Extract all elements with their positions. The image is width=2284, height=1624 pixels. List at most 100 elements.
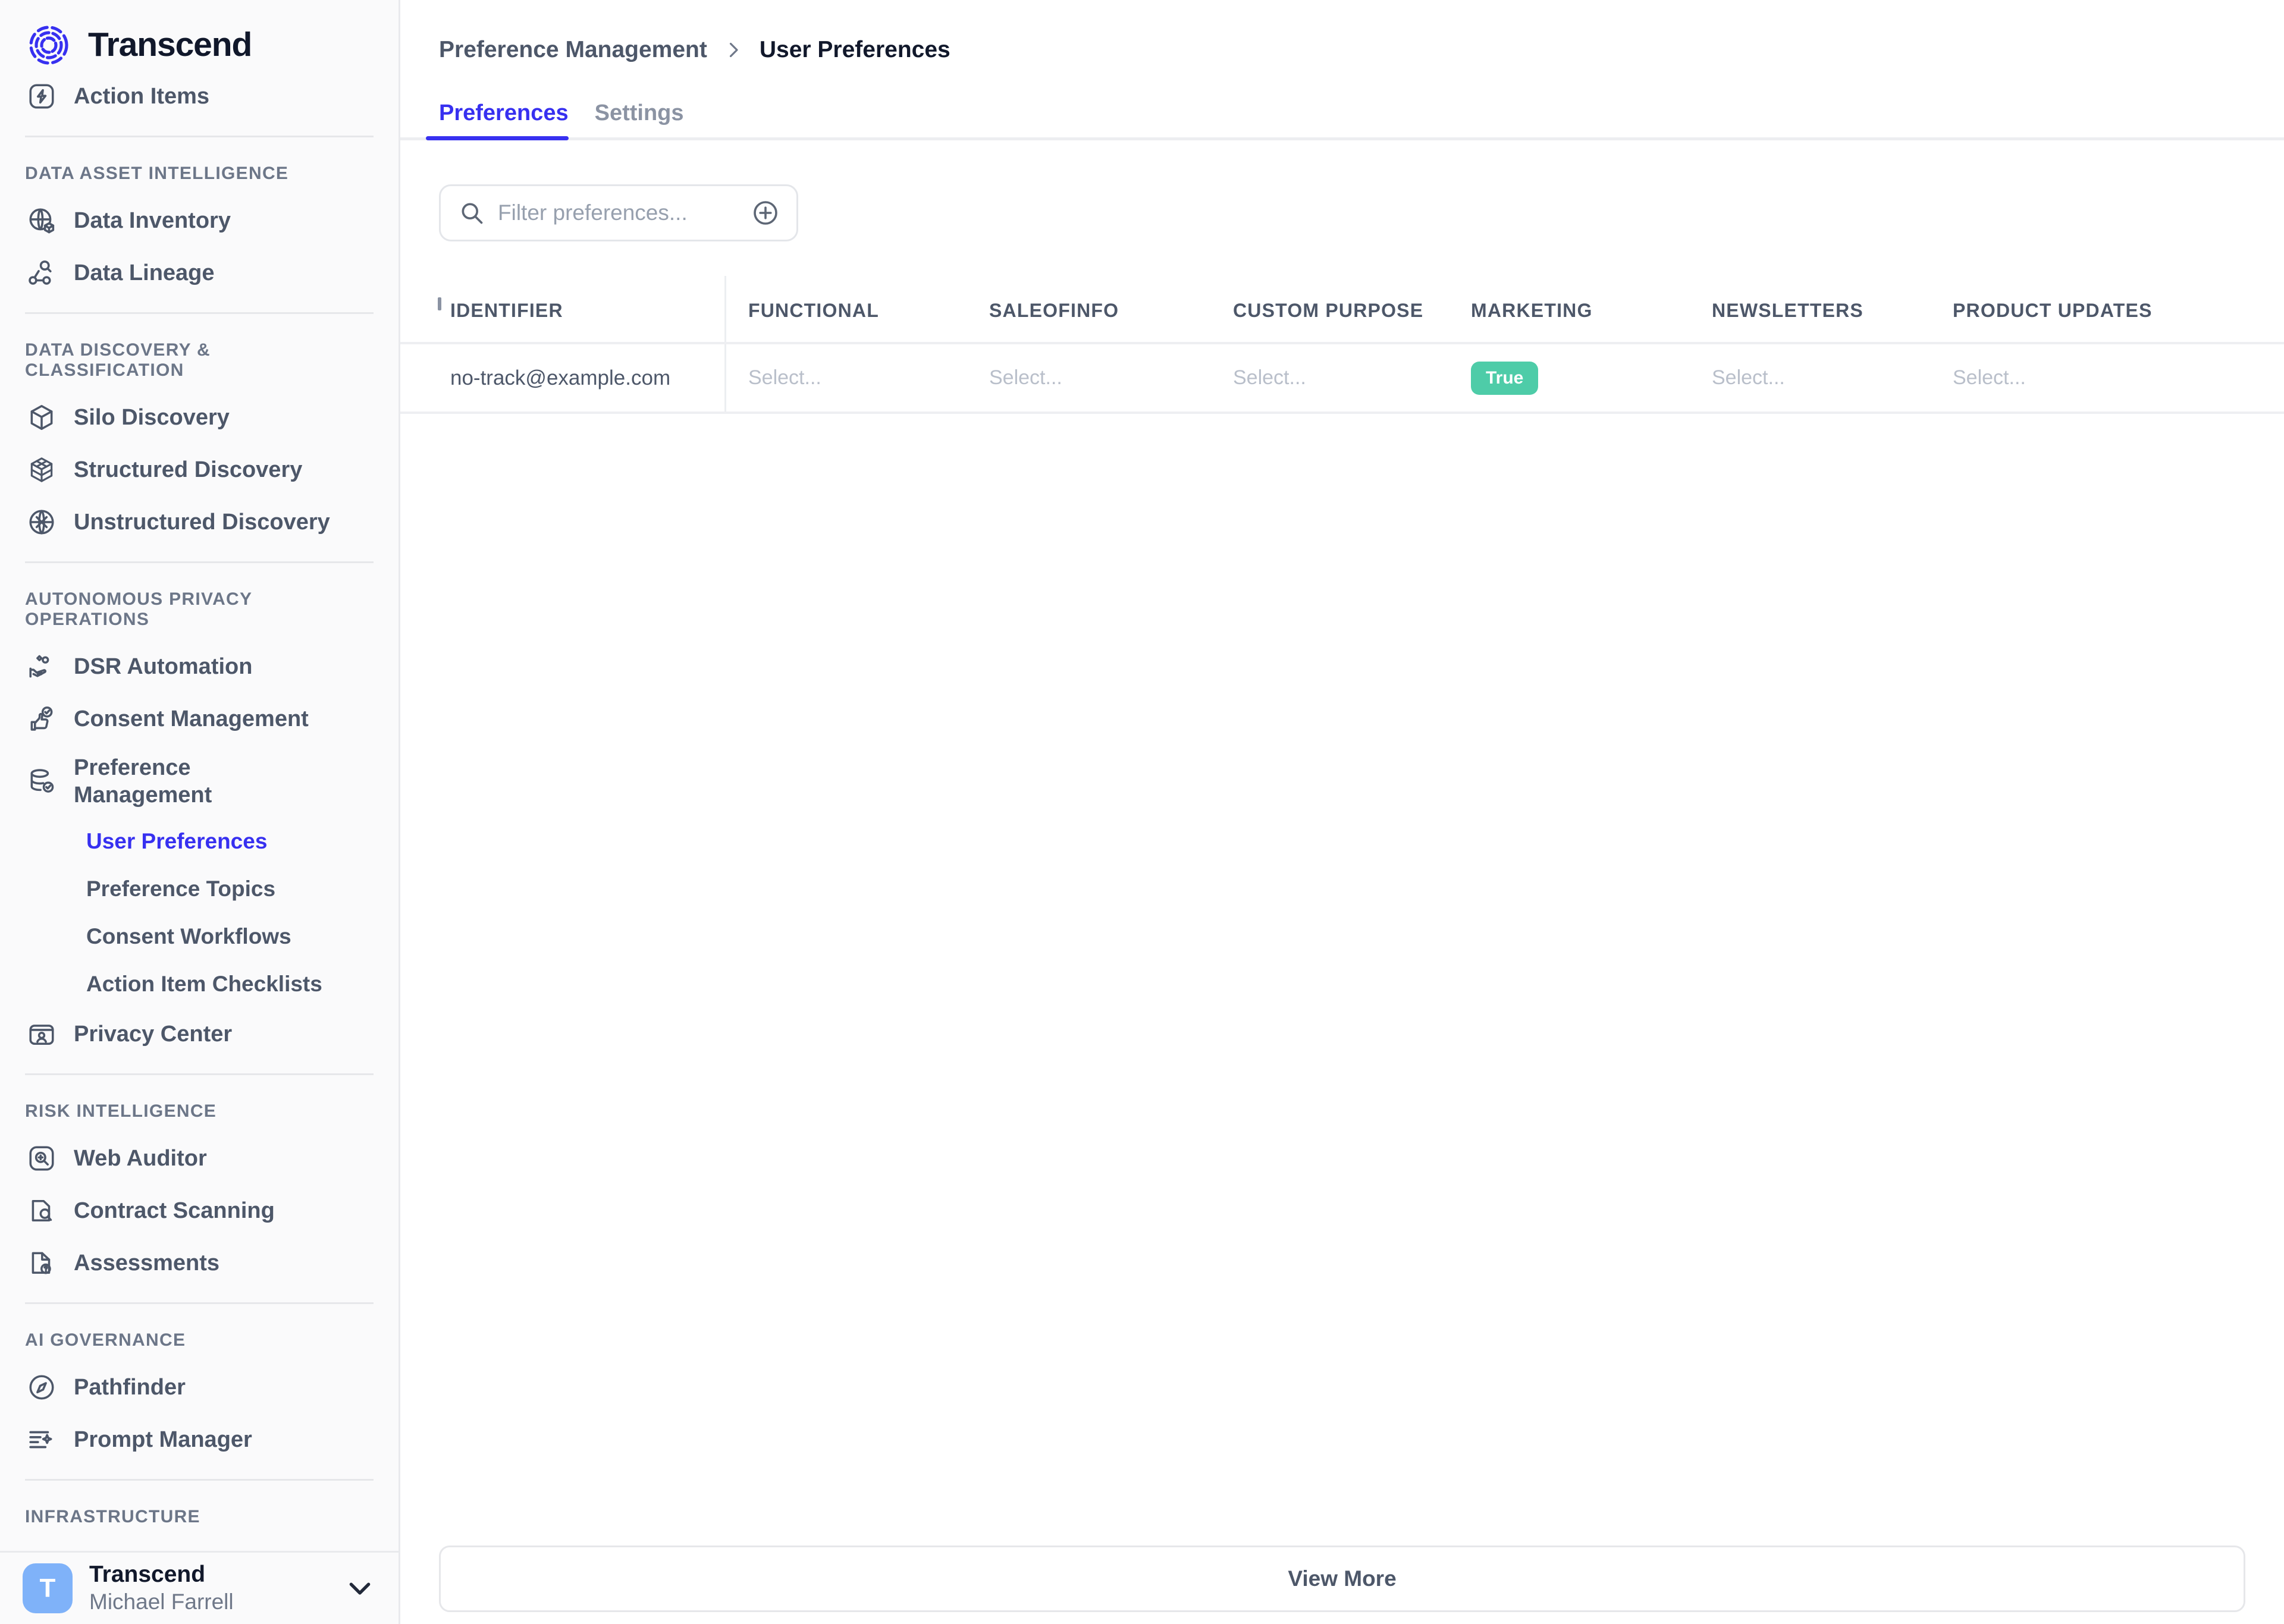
search-input[interactable] xyxy=(498,200,751,225)
sidebar-scroll-area[interactable]: Transcend Action Items DATA ASSET INTELL… xyxy=(0,0,399,1552)
sidebar-section-title: DATA ASSET INTELLIGENCE xyxy=(0,150,399,194)
table-row[interactable]: no-track@example.com Select... Select...… xyxy=(400,344,2284,414)
sidebar-item-label: DSR Automation xyxy=(74,654,252,680)
transcend-logo-icon xyxy=(25,21,73,69)
sidebar-item-data-lineage[interactable]: Data Lineage xyxy=(0,247,399,299)
sidebar-item-assessments[interactable]: Assessments xyxy=(0,1237,399,1289)
filter-box[interactable] xyxy=(439,184,798,241)
document-search-icon xyxy=(25,1194,58,1227)
column-header-newsletters[interactable]: NEWSLETTERS xyxy=(1688,276,1929,322)
globe-cube-icon xyxy=(25,204,58,237)
search-icon xyxy=(459,200,485,226)
account-user: Michael Farrell xyxy=(89,1588,327,1615)
sidebar-divider xyxy=(25,312,374,314)
sidebar-section-title: DATA DISCOVERY & CLASSIFICATION xyxy=(0,327,399,391)
sidebar-item-label: Action Items xyxy=(74,84,209,109)
column-header-marketing[interactable]: MARKETING xyxy=(1447,276,1688,322)
lineage-nodes-icon xyxy=(25,256,58,290)
cell-custom-purpose[interactable]: Select... xyxy=(1209,366,1447,389)
column-header-label: PRODUCT UPDATES xyxy=(1953,300,2153,321)
sidebar-item-label: Prompt Manager xyxy=(74,1427,252,1453)
breadcrumb-parent-link[interactable]: Preference Management xyxy=(439,37,707,63)
sidebar-item-label: Silo Discovery xyxy=(74,405,230,431)
sidebar-subitem-label: Preference Topics xyxy=(86,877,275,901)
preferences-table: IDENTIFIER FUNCTIONAL SALEOFINFO CUSTOM … xyxy=(400,276,2284,414)
sidebar-item-data-inventory[interactable]: Data Inventory xyxy=(0,194,399,247)
sidebar-item-action-item-checklists[interactable]: Action Item Checklists xyxy=(0,960,399,1008)
sidebar-item-preference-topics[interactable]: Preference Topics xyxy=(0,865,399,913)
tab-label: Preferences xyxy=(439,100,569,125)
sidebar-item-preference-management[interactable]: Preference Management xyxy=(0,745,399,818)
brand[interactable]: Transcend xyxy=(0,0,399,70)
column-header-saleofinfo[interactable]: SALEOFINFO xyxy=(965,276,1209,322)
account-switcher[interactable]: T Transcend Michael Farrell xyxy=(0,1551,399,1624)
sidebar-divider xyxy=(25,1073,374,1075)
sidebar-item-dsr-automation[interactable]: DSR Automation xyxy=(0,640,399,693)
status-badge: True xyxy=(1471,362,1538,395)
sidebar-item-silo-discovery[interactable]: Silo Discovery xyxy=(0,391,399,444)
sidebar-item-unstructured-discovery[interactable]: Unstructured Discovery xyxy=(0,496,399,548)
sidebar-item-contract-scanning[interactable]: Contract Scanning xyxy=(0,1185,399,1237)
sidebar-item-action-items[interactable]: Action Items xyxy=(0,70,399,122)
compass-icon xyxy=(25,1371,58,1404)
sidebar-item-label: Privacy Center xyxy=(74,1022,232,1047)
app-root: Transcend Action Items DATA ASSET INTELL… xyxy=(0,0,2284,1624)
sidebar-item-label: Preference Management xyxy=(74,754,270,809)
table-footer: View More xyxy=(400,1546,2284,1612)
column-header-identifier[interactable]: IDENTIFIER xyxy=(400,276,724,322)
view-more-button[interactable]: View More xyxy=(439,1546,2245,1612)
sidebar-item-consent-workflows[interactable]: Consent Workflows xyxy=(0,913,399,960)
sidebar-item-pathfinder[interactable]: Pathfinder xyxy=(0,1361,399,1413)
cell-newsletters[interactable]: Select... xyxy=(1688,366,1929,389)
toolbar xyxy=(400,140,2284,241)
column-header-product-updates[interactable]: PRODUCT UPDATES xyxy=(1929,276,2226,322)
column-header-functional[interactable]: FUNCTIONAL xyxy=(724,276,965,322)
hand-data-icon xyxy=(25,650,58,683)
cell-functional[interactable]: Select... xyxy=(724,366,965,389)
tab-settings[interactable]: Settings xyxy=(582,100,697,140)
account-org: Transcend xyxy=(89,1561,327,1588)
column-header-label: SALEOFINFO xyxy=(989,300,1119,321)
column-header-label: NEWSLETTERS xyxy=(1712,300,1863,321)
table-header-row: IDENTIFIER FUNCTIONAL SALEOFINFO CUSTOM … xyxy=(400,276,2284,344)
sidebar-item-structured-discovery[interactable]: Structured Discovery xyxy=(0,444,399,496)
sidebar-item-web-auditor[interactable]: Web Auditor xyxy=(0,1132,399,1185)
sidebar-subitem-label: Consent Workflows xyxy=(86,924,291,949)
chevron-right-icon xyxy=(723,39,744,61)
cell-marketing[interactable]: True xyxy=(1447,362,1688,395)
sidebar-item-user-preferences[interactable]: User Preferences xyxy=(0,818,399,865)
cell-product-updates[interactable]: Select... xyxy=(1929,366,2226,389)
column-header-label: IDENTIFIER xyxy=(450,300,563,321)
magnifier-square-icon xyxy=(25,1142,58,1175)
tab-preferences[interactable]: Preferences xyxy=(426,100,582,140)
sidebar-item-label: Consent Management xyxy=(74,706,309,732)
sidebar-section-title: AUTONOMOUS PRIVACY OPERATIONS xyxy=(0,576,399,640)
sidebar-item-label: Data Inventory xyxy=(74,208,231,234)
sidebar-item-label: Data Lineage xyxy=(74,260,215,286)
sidebar-item-prompt-manager[interactable]: Prompt Manager xyxy=(0,1413,399,1466)
column-header-label: FUNCTIONAL xyxy=(748,300,879,321)
brand-name: Transcend xyxy=(88,28,252,62)
list-sparkle-icon xyxy=(25,1423,58,1456)
main-content: Preference Management User Preferences P… xyxy=(400,0,2284,1624)
frozen-column-divider xyxy=(724,344,726,412)
chevron-down-icon[interactable] xyxy=(344,1572,376,1604)
sidebar-item-consent-management[interactable]: Consent Management xyxy=(0,693,399,745)
sidebar-subitem-label: User Preferences xyxy=(86,829,267,854)
sidebar-divider xyxy=(25,561,374,563)
column-header-label: CUSTOM PURPOSE xyxy=(1233,300,1423,321)
sidebar-item-label: Contract Scanning xyxy=(74,1198,275,1224)
sidebar: Transcend Action Items DATA ASSET INTELL… xyxy=(0,0,400,1624)
sidebar-item-label: Structured Discovery xyxy=(74,457,302,483)
avatar: T xyxy=(23,1563,73,1613)
cell-saleofinfo[interactable]: Select... xyxy=(965,366,1209,389)
tab-label: Settings xyxy=(595,100,684,125)
sidebar-item-label: Unstructured Discovery xyxy=(74,510,330,535)
column-header-label: MARKETING xyxy=(1471,300,1593,321)
column-header-custom-purpose[interactable]: CUSTOM PURPOSE xyxy=(1209,276,1447,322)
sidebar-subitem-label: Action Item Checklists xyxy=(86,972,322,997)
sidebar-item-privacy-center[interactable]: Privacy Center xyxy=(0,1008,399,1060)
plus-circle-icon[interactable] xyxy=(751,199,780,227)
id-card-icon xyxy=(25,1017,58,1051)
frozen-column-divider xyxy=(724,276,726,342)
